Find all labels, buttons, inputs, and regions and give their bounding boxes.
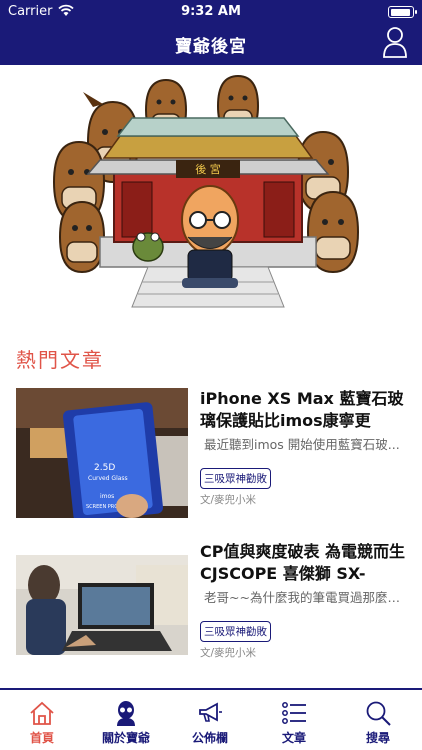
page-title: 寶爺後宮 bbox=[175, 37, 247, 57]
article-author: 文/麥兜小米 bbox=[200, 647, 257, 659]
article-excerpt: 最近聽到imos 開始使用藍寶石玻... bbox=[204, 437, 400, 452]
thumb-text-2: Curved Glass bbox=[88, 475, 128, 482]
article-info: CP值與爽度破表 為電競而生 CJSCOPE 喜傑獅 SX- 老哥~~為什麼我的… bbox=[200, 541, 406, 659]
frog-figure bbox=[132, 232, 164, 262]
list-icon bbox=[282, 702, 306, 724]
tab-label: 首頁 bbox=[29, 731, 54, 745]
home-icon bbox=[30, 701, 54, 725]
search-icon bbox=[366, 701, 391, 726]
article-info: iPhone XS Max 藍寶石玻璃保護貼比imos康寧更 最近聽到imos … bbox=[200, 388, 406, 506]
clock: 9:32 AM bbox=[181, 4, 241, 19]
tab-bar: 首頁 關於寶爺 公佈欄 文章 搜尋 bbox=[0, 688, 422, 750]
article-thumbnail: 2.5D Curved Glass imos SCREEN PROTECTOR bbox=[16, 388, 188, 518]
tab-about[interactable]: 關於寶爺 bbox=[84, 690, 168, 750]
tab-articles[interactable]: 文章 bbox=[252, 690, 336, 750]
nav-bar: Carrier 9:32 AM 寶爺後宮 bbox=[0, 0, 422, 65]
tab-label: 搜尋 bbox=[365, 731, 390, 745]
article-excerpt: 老哥~~為什麼我的筆電買過那麼多... bbox=[204, 590, 406, 605]
category-tag[interactable]: 三吸眾神勸敗 bbox=[200, 468, 271, 489]
article-card[interactable]: 2.5D Curved Glass imos SCREEN PROTECTOR … bbox=[16, 388, 406, 518]
user-icon[interactable] bbox=[382, 26, 408, 58]
tab-bulletin[interactable]: 公佈欄 bbox=[168, 690, 252, 750]
tab-label: 文章 bbox=[281, 731, 306, 745]
article-author: 文/麥兜小米 bbox=[200, 494, 257, 506]
thumb-text-1: 2.5D bbox=[94, 463, 115, 473]
article-card[interactable]: CP值與爽度破表 為電競而生 CJSCOPE 喜傑獅 SX- 老哥~~為什麼我的… bbox=[16, 541, 406, 671]
megaphone-icon bbox=[199, 702, 222, 722]
portrait-icon bbox=[117, 701, 135, 726]
status-bar: Carrier 9:32 AM bbox=[0, 3, 422, 21]
thumb-text-3: imos bbox=[100, 493, 114, 500]
category-tag[interactable]: 三吸眾神勸敗 bbox=[200, 621, 271, 642]
tab-label: 公佈欄 bbox=[191, 731, 228, 745]
hero-illustration: 後 宮 bbox=[52, 74, 360, 308]
temple-sign: 後 宮 bbox=[195, 162, 221, 176]
article-title[interactable]: CP值與爽度破表 為電競而生 CJSCOPE 喜傑獅 SX- bbox=[200, 541, 406, 585]
article-thumbnail bbox=[16, 555, 188, 655]
mascot-figure bbox=[181, 185, 239, 288]
tab-search[interactable]: 搜尋 bbox=[336, 690, 420, 750]
tab-home[interactable]: 首頁 bbox=[0, 690, 84, 750]
tab-label: 關於寶爺 bbox=[101, 731, 150, 745]
battery-icon bbox=[388, 6, 417, 18]
section-title: 熱門文章 bbox=[16, 348, 104, 372]
article-title[interactable]: iPhone XS Max 藍寶石玻璃保護貼比imos康寧更 bbox=[200, 388, 406, 432]
